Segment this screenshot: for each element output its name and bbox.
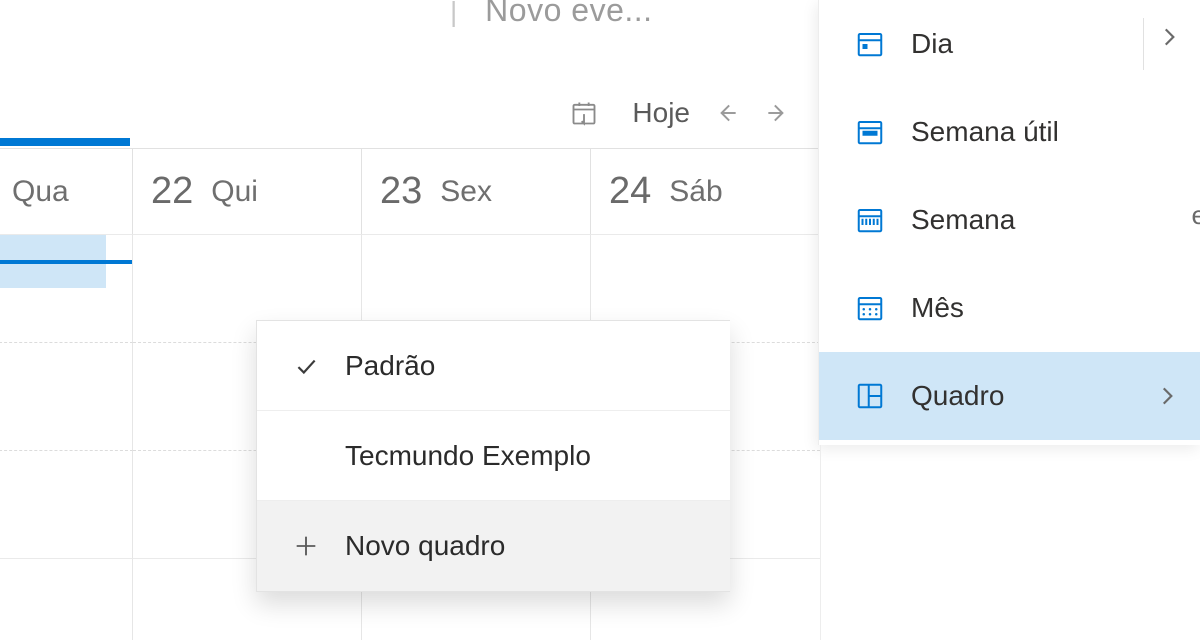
day-column-header[interactable]: 23 Sex	[362, 149, 591, 234]
date-nav-row: Hoje	[0, 88, 820, 138]
board-icon	[855, 381, 885, 411]
calendar-day-icon	[855, 29, 885, 59]
check-icon	[291, 353, 321, 379]
calendar-workweek-icon	[855, 117, 885, 147]
submenu-item-custom[interactable]: Tecmundo Exemplo	[257, 411, 730, 501]
view-item-board[interactable]: Quadro	[819, 352, 1200, 440]
day-number: 23	[380, 170, 422, 213]
chevron-right-icon	[1154, 383, 1180, 409]
separator-icon: |	[450, 0, 458, 27]
view-item-week[interactable]: Semana	[819, 176, 1200, 264]
day-abbrev: Sáb	[669, 175, 722, 209]
time-slot[interactable]	[0, 342, 133, 450]
view-item-day[interactable]: Dia	[819, 0, 1200, 88]
submenu-item-label: Padrão	[345, 350, 435, 382]
submenu-item-label: Novo quadro	[345, 530, 505, 562]
day-column-header[interactable]: 22 Qui	[133, 149, 362, 234]
view-item-label: Dia	[911, 28, 953, 60]
calendar-month-icon	[855, 293, 885, 323]
calendar-today-icon[interactable]	[570, 99, 598, 127]
day-abbrev: Qua	[12, 175, 69, 209]
day-number: 22	[151, 170, 193, 213]
day-column-header[interactable]: Qua	[0, 149, 133, 234]
view-item-label: Semana útil	[911, 116, 1059, 148]
day-column-header[interactable]: 24 Sáb	[591, 149, 820, 234]
time-slot[interactable]	[0, 558, 133, 640]
submenu-item-label: Tecmundo Exemplo	[345, 440, 591, 472]
submenu-item-default[interactable]: Padrão	[257, 321, 730, 411]
time-slot[interactable]	[0, 234, 133, 342]
new-event-label: Novo eve...	[485, 0, 652, 28]
view-item-month[interactable]: Mês	[819, 264, 1200, 352]
day-abbrev: Sex	[440, 175, 492, 209]
calendar-week-icon	[855, 205, 885, 235]
truncated-text: e	[1192, 200, 1200, 231]
prev-arrow-icon[interactable]	[714, 100, 740, 126]
today-button[interactable]: Hoje	[632, 97, 690, 129]
board-submenu: Padrão Tecmundo Exemplo Novo quadro	[256, 320, 730, 592]
view-item-label: Quadro	[911, 380, 1004, 412]
next-arrow-icon[interactable]	[764, 100, 790, 126]
view-item-label: Mês	[911, 292, 964, 324]
panel-divider	[820, 445, 1200, 640]
day-abbrev: Qui	[211, 175, 258, 209]
view-item-label: Semana	[911, 204, 1015, 236]
day-number: 24	[609, 170, 651, 213]
submenu-item-new-board[interactable]: Novo quadro	[257, 501, 730, 591]
current-day-indicator	[0, 138, 130, 146]
new-event-button[interactable]: | Novo eve...	[450, 0, 653, 29]
view-item-workweek[interactable]: Semana útil	[819, 88, 1200, 176]
plus-icon	[291, 532, 321, 560]
time-slot[interactable]	[0, 450, 133, 558]
view-menu: Dia Semana útil Semana	[818, 0, 1200, 445]
calendar-header: Qua 22 Qui 23 Sex 24 Sáb	[0, 148, 820, 234]
